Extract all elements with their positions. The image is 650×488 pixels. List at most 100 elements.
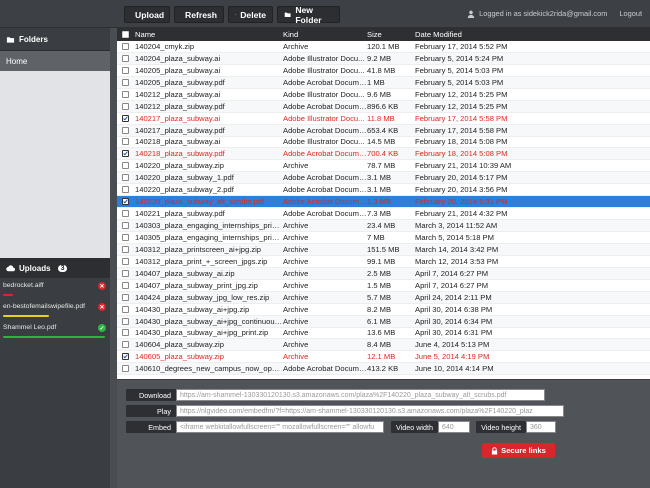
video-width-input[interactable]: 640	[438, 421, 470, 433]
row-checkbox[interactable]	[121, 42, 129, 50]
file-name[interactable]: 140205_plaza_subway.pdf	[133, 78, 283, 87]
row-checkbox[interactable]	[121, 305, 129, 313]
file-name[interactable]: 140430_plaza_subway_ai+jpg_continuous_g.…	[133, 317, 283, 326]
play-link-field[interactable]: https://nlgvideo.com/embedfm/?f=https://…	[176, 405, 564, 417]
row-checkbox[interactable]	[121, 222, 129, 230]
upload-item[interactable]: bedrocket.aiff ✕	[0, 278, 110, 299]
file-name[interactable]: 140430_plaza_subway_ai+jpg_print.zip	[133, 328, 283, 337]
row-checkbox[interactable]	[121, 54, 129, 62]
file-name[interactable]: 140212_plaza_subway.ai	[133, 90, 283, 99]
row-checkbox[interactable]	[121, 66, 129, 74]
download-link-field[interactable]: https://am-shammel-130330120130.s3.amazo…	[176, 389, 545, 401]
column-header-size[interactable]: Size	[367, 30, 415, 39]
table-row[interactable]: 140218_plaza_subway.ai Adobe Illustrator …	[117, 137, 650, 149]
file-name[interactable]: 140303_plaza_engaging_internships_print_…	[133, 221, 283, 230]
refresh-button[interactable]: Refresh	[174, 6, 224, 23]
file-name[interactable]: 140218_plaza_subway.ai	[133, 137, 283, 146]
upload-item[interactable]: Shammel Leo.pdf ✓	[0, 320, 110, 341]
row-checkbox[interactable]	[121, 114, 129, 122]
table-row[interactable]: 140407_plaza_subway_ai.zip Archive 2.5 MB A…	[117, 267, 650, 280]
table-row[interactable]: 140424_plaza_subway_jpg_low_res.zip Archi…	[117, 291, 650, 304]
row-checkbox[interactable]	[121, 102, 129, 110]
upload-button[interactable]: Upload	[124, 6, 170, 23]
table-row[interactable]: 140605_plaza_subway.zip Archive 12.1 MB Jun…	[117, 351, 650, 364]
table-row[interactable]: 140430_plaza_subway_ai+jpg.zip Archive 8.2…	[117, 304, 650, 316]
column-header-date-modified[interactable]: Date Modified	[415, 30, 650, 39]
file-name[interactable]: 140312_plaza_printscreen_ai+jpg.zip	[133, 245, 283, 254]
table-row[interactable]: 140303_plaza_engaging_internships_print_…	[117, 220, 650, 232]
file-name[interactable]: 140604_plaza_subway.zip	[133, 340, 283, 349]
row-checkbox[interactable]	[121, 174, 129, 182]
file-name[interactable]: 140220_plaza_subway.zip	[133, 161, 283, 170]
file-name[interactable]: 140217_plaza_subway.pdf	[133, 126, 283, 135]
row-checkbox[interactable]	[121, 210, 129, 218]
file-name[interactable]: 140312_plaza_print_+_screen_jpgs.zip	[133, 257, 283, 266]
table-row[interactable]: 140220_plaza_subway_2.pdf Adobe Acrobat D…	[117, 184, 650, 197]
row-checkbox[interactable]	[121, 150, 129, 158]
table-row[interactable]: 140220_plaza_subway_1.pdf Adobe Acrobat D…	[117, 172, 650, 185]
table-row[interactable]: 140212_plaza_subway.pdf Adobe Acrobat Doc…	[117, 100, 650, 113]
row-checkbox[interactable]	[121, 186, 129, 194]
file-name[interactable]: 140220_plaza_subway_alt_scrubs.pdf	[133, 197, 283, 206]
table-row[interactable]: 140220_plaza_subway.zip Archive 78.7 MB Feb…	[117, 160, 650, 173]
file-name[interactable]: 140205_plaza_subway.ai	[133, 66, 283, 75]
row-checkbox[interactable]	[121, 257, 129, 265]
secure-links-button[interactable]: Secure links	[482, 443, 555, 458]
row-checkbox[interactable]	[121, 317, 129, 325]
row-checkbox[interactable]	[121, 126, 129, 134]
row-checkbox[interactable]	[121, 138, 129, 146]
table-row[interactable]: 140220_plaza_subway_alt_scrubs.pdf Adobe …	[117, 196, 650, 209]
row-checkbox[interactable]	[121, 245, 129, 253]
file-name[interactable]: 140430_plaza_subway_ai+jpg.zip	[133, 305, 283, 314]
row-checkbox[interactable]	[121, 269, 129, 277]
row-checkbox[interactable]	[121, 293, 129, 301]
table-row[interactable]: 140217_plaza_subway.pdf Adobe Acrobat Doc…	[117, 124, 650, 137]
table-row[interactable]: 140305_plaza_engaging_internships_print_…	[117, 232, 650, 244]
row-checkbox[interactable]	[121, 353, 129, 361]
select-all-checkbox[interactable]	[121, 31, 129, 38]
file-name[interactable]: 140212_plaza_subway.pdf	[133, 102, 283, 111]
file-name[interactable]: 140407_plaza_subway_print_jpg.zip	[133, 281, 283, 290]
file-name[interactable]: 140204_plaza_subway.ai	[133, 54, 283, 63]
sidebar-item-home[interactable]: Home	[0, 51, 110, 71]
file-name[interactable]: 140220_plaza_subway_2.pdf	[133, 185, 283, 194]
table-row[interactable]: 140430_plaza_subway_ai+jpg_continuous_g.…	[117, 315, 650, 328]
file-name[interactable]: 140605_plaza_subway.zip	[133, 352, 283, 361]
table-row[interactable]: 140204_cmyk.zip Archive 120.1 MB February 1…	[117, 41, 650, 53]
row-checkbox[interactable]	[121, 198, 129, 206]
video-height-input[interactable]: 360	[526, 421, 556, 433]
row-checkbox[interactable]	[121, 281, 129, 289]
row-checkbox[interactable]	[121, 162, 129, 170]
table-row[interactable]: 140221_plaza_subway.pdf Adobe Acrobat Doc…	[117, 208, 650, 221]
table-row[interactable]: 140604_plaza_subway.zip Archive 8.4 MB June…	[117, 339, 650, 352]
table-row[interactable]: 140430_plaza_subway_ai+jpg_print.zip Arch…	[117, 328, 650, 340]
row-checkbox[interactable]	[121, 233, 129, 241]
file-name[interactable]: 140221_plaza_subway.pdf	[133, 209, 283, 218]
table-row[interactable]: 140218_plaza_subway.pdf Adobe Acrobat Doc…	[117, 148, 650, 161]
row-checkbox[interactable]	[121, 365, 129, 373]
file-name[interactable]: 140305_plaza_engaging_internships_print_…	[133, 233, 283, 242]
error-icon[interactable]: ✕	[98, 282, 106, 290]
file-name[interactable]: 140204_cmyk.zip	[133, 42, 283, 51]
row-checkbox[interactable]	[121, 341, 129, 349]
file-name[interactable]: 140220_plaza_subway_1.pdf	[133, 173, 283, 182]
file-name[interactable]: 140217_plaza_subway.ai	[133, 114, 283, 123]
row-checkbox[interactable]	[121, 329, 129, 337]
table-row[interactable]: 140312_plaza_printscreen_ai+jpg.zip Archi…	[117, 243, 650, 256]
embed-code-field[interactable]: <iframe webkitallowfullscreen="" mozallo…	[176, 421, 384, 433]
table-row[interactable]: 140212_plaza_subway.ai Adobe Illustrator …	[117, 89, 650, 101]
delete-button[interactable]: Delete	[228, 6, 273, 23]
table-row[interactable]: 140205_plaza_subway.pdf Adobe Acrobat Doc…	[117, 76, 650, 89]
new-folder-button[interactable]: New Folder	[277, 5, 340, 25]
table-row[interactable]: 140204_plaza_subway.ai Adobe Illustrator …	[117, 52, 650, 65]
table-row[interactable]: 140407_plaza_subway_print_jpg.zip Archive…	[117, 280, 650, 292]
upload-item[interactable]: en-bestofemailswipefile.pdf ✕	[0, 299, 110, 320]
column-header-kind[interactable]: Kind	[283, 30, 367, 39]
file-name[interactable]: 140407_plaza_subway_ai.zip	[133, 269, 283, 278]
row-checkbox[interactable]	[121, 90, 129, 98]
row-checkbox[interactable]	[121, 78, 129, 86]
logout-link[interactable]: Logout	[619, 9, 642, 18]
error-icon[interactable]: ✕	[98, 303, 106, 311]
table-row[interactable]: 140205_plaza_subway.ai Adobe Illustrator …	[117, 65, 650, 77]
file-name[interactable]: 140424_plaza_subway_jpg_low_res.zip	[133, 293, 283, 302]
